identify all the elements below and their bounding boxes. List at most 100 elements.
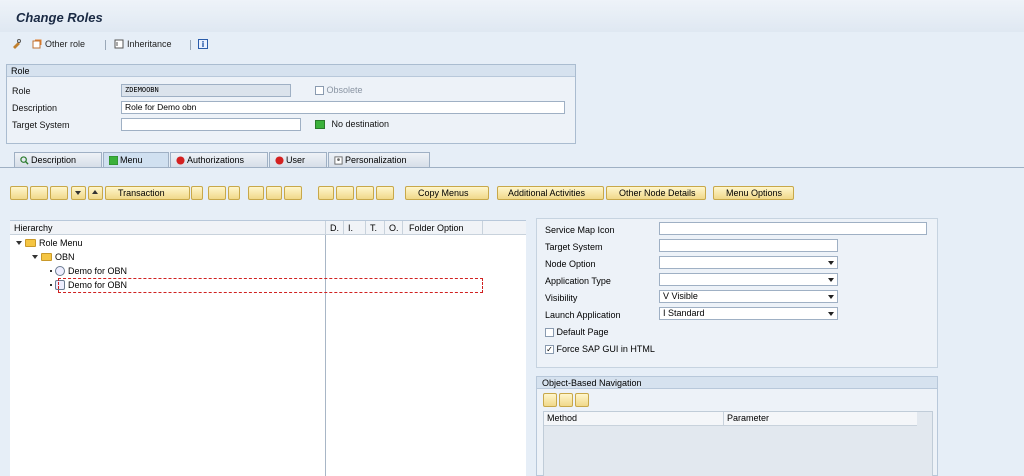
inheritance-label: Inheritance	[127, 39, 172, 49]
column-header: Method	[544, 412, 724, 426]
column-divider	[482, 221, 483, 235]
bullet-icon	[50, 284, 52, 286]
target-system-field[interactable]	[659, 239, 838, 252]
column-header: O.	[389, 223, 399, 233]
visibility-value: V Visible	[663, 291, 698, 301]
selection-highlight	[58, 278, 483, 293]
tab-personalization[interactable]: Personalization	[328, 152, 430, 168]
obsolete-checkbox[interactable]: Obsolete	[315, 85, 363, 96]
toolbar-separator	[190, 40, 191, 50]
other-node-details-button[interactable]: Other Node Details	[606, 186, 706, 200]
obsolete-check-box[interactable]	[315, 86, 324, 96]
move-down-button[interactable]	[71, 186, 86, 200]
application-type-select[interactable]	[659, 273, 838, 286]
folder-icon	[41, 253, 52, 261]
zoom-button[interactable]	[318, 186, 334, 200]
transaction-dropdown[interactable]	[191, 186, 203, 200]
tab-authorizations[interactable]: Authorizations	[170, 152, 268, 168]
display-change-button[interactable]	[12, 39, 22, 49]
menu-options-button[interactable]: Menu Options	[713, 186, 794, 200]
obn-delete-row-button[interactable]	[575, 393, 589, 407]
arrow-down-icon	[75, 191, 81, 195]
visibility-label: Visibility	[545, 293, 578, 303]
obn-insert-row-button[interactable]	[559, 393, 573, 407]
arrow-up-icon	[92, 190, 98, 194]
column-divider	[325, 235, 326, 476]
pencil-glasses-icon	[13, 39, 21, 49]
tab-user[interactable]: User	[269, 152, 327, 168]
role-field[interactable]: ZDEMOOBN	[121, 84, 291, 97]
launch-application-select[interactable]: I Standard	[659, 307, 838, 320]
dropdown-arrow-icon	[828, 261, 834, 265]
additional-activities-button[interactable]: Additional Activities	[497, 186, 604, 200]
service-map-icon-label: Service Map Icon	[545, 225, 615, 235]
tab-menu[interactable]: Menu	[103, 152, 169, 168]
info-button[interactable]: i	[198, 39, 208, 49]
obsolete-label: Obsolete	[326, 85, 363, 95]
application-toolbar: Other role Inheritance i	[0, 36, 1024, 54]
expand-all-button[interactable]	[10, 186, 28, 200]
delete-node-button[interactable]	[208, 186, 226, 200]
tab-description[interactable]: Description	[14, 152, 102, 168]
tree-node-obn[interactable]: OBN	[32, 252, 75, 262]
tab-divider	[0, 167, 1024, 168]
role-section: Role Role ZDEMOOBN Obsolete Description …	[6, 64, 576, 144]
column-header: Parameter	[724, 412, 917, 426]
node-option-label: Node Option	[545, 259, 596, 269]
find-button[interactable]	[248, 186, 264, 200]
launch-application-label: Launch Application	[545, 310, 621, 320]
expand-icon	[32, 255, 38, 259]
destination-status-text: No destination	[331, 119, 390, 129]
info-icon: i	[198, 39, 208, 49]
additional-activities-label: Additional Activities	[508, 188, 586, 198]
default-page-check-box[interactable]	[545, 328, 554, 338]
target-system-field[interactable]	[121, 118, 301, 131]
application-type-label: Application Type	[545, 276, 611, 286]
obn-details-button[interactable]	[543, 393, 557, 407]
copy-menus-button[interactable]: Copy Menus	[405, 186, 489, 200]
visibility-select[interactable]: V Visible	[659, 290, 838, 303]
column-divider	[325, 221, 326, 235]
expand-icon	[16, 241, 22, 245]
page-title: Change Roles	[16, 10, 103, 25]
checkmark-icon[interactable]: ✓	[545, 345, 554, 355]
role-label: Role	[12, 86, 31, 96]
node-option-select[interactable]	[659, 256, 838, 269]
green-status-icon	[109, 156, 118, 165]
description-field[interactable]: Role for Demo obn	[121, 101, 565, 114]
other-role-button[interactable]: Other role	[32, 39, 85, 49]
delete-dropdown[interactable]	[228, 186, 240, 200]
transaction-button[interactable]: Transaction	[105, 186, 190, 200]
column-header: Folder Option	[409, 223, 464, 233]
save-menu-button[interactable]	[50, 186, 68, 200]
chart-button[interactable]	[356, 186, 374, 200]
print-button[interactable]	[336, 186, 354, 200]
folder-button[interactable]	[30, 186, 48, 200]
copy-menus-label: Copy Menus	[418, 188, 469, 198]
obn-toolbar	[543, 393, 603, 407]
column-header: I.	[348, 223, 354, 233]
info-button[interactable]	[376, 186, 394, 200]
force-sap-gui-checkbox[interactable]: ✓ Force SAP GUI in HTML	[545, 344, 655, 355]
tree-header: Hierarchy D. I. T. O. Folder Option	[10, 221, 526, 235]
force-sap-gui-label: Force SAP GUI in HTML	[556, 344, 655, 354]
column-header: Hierarchy	[14, 223, 53, 233]
node-details-button[interactable]	[284, 186, 302, 200]
column-header: D.	[330, 223, 339, 233]
service-map-icon-field[interactable]	[659, 222, 927, 235]
move-up-button[interactable]	[88, 186, 103, 200]
column-divider	[384, 221, 385, 235]
tree-node-demo-obn-1[interactable]: Demo for OBN	[50, 266, 127, 276]
launch-application-value: I Standard	[663, 308, 705, 318]
dropdown-arrow-icon	[828, 312, 834, 316]
tab-label: Authorizations	[187, 155, 245, 165]
tree-node-role-menu[interactable]: Role Menu	[16, 238, 83, 248]
role-section-title: Role	[7, 65, 575, 77]
find-next-button[interactable]	[266, 186, 282, 200]
menu-options-label: Menu Options	[726, 188, 783, 198]
tab-label: Description	[31, 155, 77, 165]
tree-node-label: OBN	[55, 252, 75, 262]
inheritance-button[interactable]: Inheritance	[114, 39, 172, 49]
default-page-checkbox[interactable]: Default Page	[545, 327, 609, 338]
bullet-icon	[50, 270, 52, 272]
